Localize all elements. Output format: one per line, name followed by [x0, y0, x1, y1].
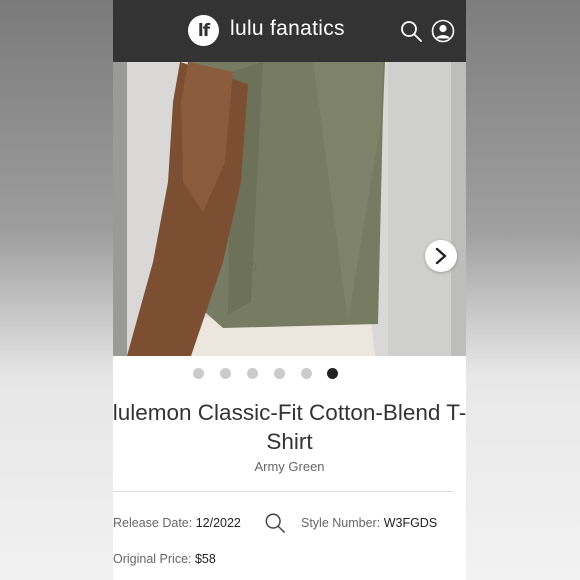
product-image-carousel[interactable]	[113, 62, 466, 356]
mobile-screen: lf lulu fanatics lulemon Classic-Fit Cot…	[113, 0, 466, 580]
blurred-background-right	[466, 0, 580, 580]
original-price-label: Original Price:	[113, 552, 192, 566]
blurred-background-left	[0, 0, 113, 580]
carousel-dot[interactable]	[220, 368, 231, 379]
next-image-button[interactable]	[425, 240, 457, 272]
release-date-label: Release Date:	[113, 516, 193, 530]
logo-text: lf	[197, 20, 210, 41]
user-icon[interactable]	[431, 19, 455, 43]
style-number: Style Number: W3FGDS	[301, 516, 437, 530]
site-header: lf lulu fanatics	[113, 0, 466, 62]
carousel-dot-active[interactable]	[327, 368, 338, 379]
original-price: Original Price: $58	[113, 552, 216, 566]
site-name[interactable]: lulu fanatics	[230, 17, 345, 41]
release-date-value: 12/2022	[195, 516, 241, 530]
carousel-dot[interactable]	[301, 368, 312, 379]
product-color: Army Green	[254, 459, 325, 474]
search-icon[interactable]	[264, 512, 286, 534]
style-number-label: Style Number:	[301, 516, 381, 530]
product-photo	[113, 62, 466, 356]
carousel-dot[interactable]	[247, 368, 258, 379]
original-price-value: $58	[194, 552, 216, 566]
chevron-right-icon	[435, 247, 447, 265]
style-number-value: W3FGDS	[383, 516, 438, 530]
carousel-dots	[113, 368, 466, 380]
logo-badge[interactable]: lf	[188, 15, 219, 46]
carousel-dot[interactable]	[274, 368, 285, 379]
divider	[113, 491, 453, 492]
carousel-dot[interactable]	[193, 368, 204, 379]
product-title: lulemon Classic-Fit Cotton-Blend T-Shirt	[113, 400, 466, 454]
release-date: Release Date: 12/2022	[113, 516, 241, 530]
search-icon[interactable]	[399, 19, 423, 43]
